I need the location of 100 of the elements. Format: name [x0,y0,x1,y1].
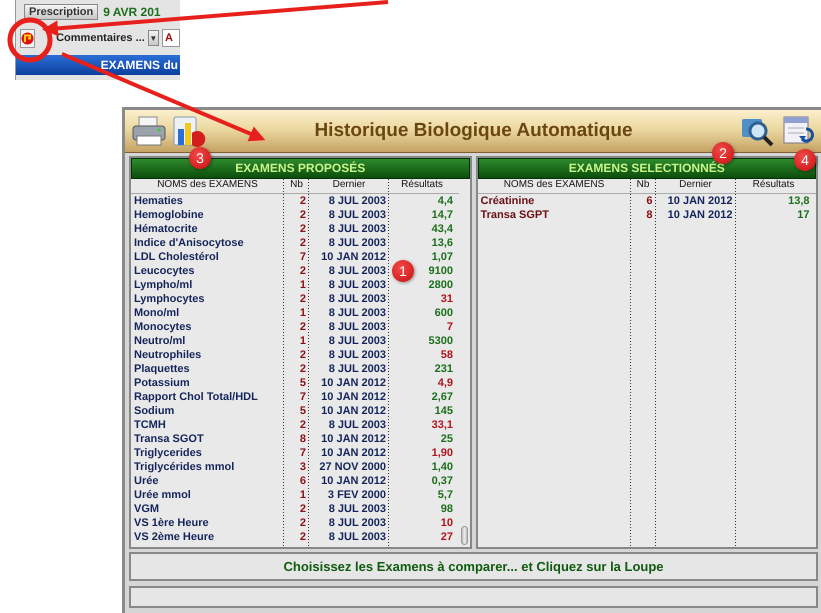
result-cell-text: 1,40 [430,460,454,474]
exam-name[interactable]: Hématocrite [131,222,284,236]
result-cell-text: 13,6 [430,236,454,250]
date-cell-text: 8 JUL 2003 [328,222,387,236]
result-cell-text: 58 [440,348,454,362]
result-cell-text: 13,8 [787,194,810,208]
date-cell-text: 8 JUL 2003 [328,362,387,376]
date-cell-text: 8 JUL 2003 [328,208,387,222]
prescription-button[interactable]: Prescription [24,4,98,20]
exam-name[interactable]: Lymphocytes [131,292,284,306]
date-cell-text: 8 JUL 2003 [328,348,387,362]
exam-name[interactable]: Neutrophiles [131,348,284,362]
date-cell-text: 8 JUL 2003 [328,194,387,208]
date-cell-text: 8 JUL 2003 [328,502,387,516]
column-header: Dernier [332,179,366,192]
exam-name[interactable]: Transa SGOT [131,432,284,446]
date-cell-text: 10 JAN 2012 [666,208,734,222]
exam-name[interactable]: Monocytes [131,320,284,334]
instruction-text: Choisissez les Examens à comparer... et Cliquez sur la Loupe [129,552,818,581]
count-cell-text: 2 [298,264,307,278]
date-cell-text: 10 JAN 2012 [320,432,387,446]
count-cell-text: 2 [298,530,307,544]
exam-name[interactable]: Sodium [131,404,284,418]
date-cell-text: 10 JAN 2012 [320,250,387,264]
count-cell-text: 8 [298,432,307,446]
date-cell-text: 8 JUL 2003 [328,306,387,320]
result-cell-text: 33,1 [430,418,454,432]
date-cell-text: 8 JUL 2003 [328,264,387,278]
exam-name[interactable]: VGM [131,502,284,516]
count-cell-text: 2 [298,362,307,376]
date-cell-text: 10 JAN 2012 [320,390,387,404]
exam-name[interactable]: Transa SGPT [478,208,630,222]
exam-name[interactable]: Triglycerides [131,446,284,460]
exam-name[interactable]: Neutro/ml [131,334,284,348]
date-cell-text: 8 JUL 2003 [328,530,387,544]
result-cell-text: 27 [440,530,454,544]
highlight-circle [8,18,52,62]
count-cell-text: 2 [298,222,307,236]
exam-name[interactable]: Urée mmol [131,488,284,502]
column-header: NOMS des EXAMENS [502,179,606,192]
count-cell-text: 7 [298,250,307,264]
exam-name[interactable]: Hematies [131,194,284,208]
date-cell-text: 10 JAN 2012 [320,404,387,418]
result-cell-text: 5300 [428,334,454,348]
printer-icon[interactable] [131,114,167,148]
exam-name[interactable]: Indice d'Anisocytose [131,236,284,250]
count-cell-text: 2 [298,418,307,432]
count-cell-text: 6 [645,194,654,208]
date-cell-text: 3 FEV 2000 [326,488,387,502]
exam-name[interactable]: Potassium [131,376,284,390]
count-cell-text: 2 [298,236,307,250]
result-cell-text: 10 [440,516,454,530]
count-cell-text: 2 [298,292,307,306]
count-cell-text: 2 [298,348,307,362]
count-cell-text: 1 [298,306,307,320]
count-cell-text: 8 [645,208,654,222]
date-cell-text: 10 JAN 2012 [320,446,387,460]
count-cell-text: 1 [298,488,307,502]
result-cell-text: 25 [440,432,454,446]
column-header: Nb [636,179,650,192]
history-button[interactable] [20,28,36,48]
count-cell-text: 2 [298,516,307,530]
column-header: Dernier [678,179,713,192]
result-cell-text: 17 [796,208,810,222]
exam-name[interactable]: LDL Cholestérol [131,250,284,264]
exam-name[interactable]: Mono/ml [131,306,284,320]
exam-name[interactable]: TCMH [131,418,284,432]
text-field[interactable]: A [162,29,180,47]
count-cell-text: 3 [298,460,307,474]
exam-name[interactable]: Triglycérides mmol [131,460,284,474]
result-cell-text: 14,7 [430,208,454,222]
exam-name[interactable]: Leucocytes [131,264,284,278]
result-cell-text: 5,7 [436,488,454,502]
count-cell-text: 7 [298,446,307,460]
exam-name[interactable]: Hemoglobine [131,208,284,222]
column-header: NOMS des EXAMENS [156,179,259,192]
count-cell-text: 6 [298,474,307,488]
exam-name[interactable]: Plaquettes [131,362,284,376]
result-cell-text: 2,67 [430,390,454,404]
result-cell-text: 1,90 [430,446,454,460]
comments-label: Commentaires ... [56,32,145,44]
date-cell-text: 8 JUL 2003 [328,278,387,292]
exam-name[interactable]: Rapport Chol Total/HDL [131,390,284,404]
exam-name[interactable]: Créatinine [478,194,630,208]
result-cell-text: 231 [434,362,454,376]
date-cell-text: 10 JAN 2012 [320,474,387,488]
window-title: Historique Biologique Automatique [313,120,634,142]
exam-name[interactable]: Urée [131,474,284,488]
result-cell-text: 4,4 [436,194,454,208]
history-icon [21,32,34,44]
column-header: Nb [289,179,304,192]
count-cell-text: 2 [298,502,307,516]
dropdown-button[interactable]: ▼ [148,30,159,46]
exam-name[interactable]: Lympho/ml [131,278,284,292]
result-cell-text: 600 [434,306,454,320]
date-cell-text: 8 JUL 2003 [328,516,387,530]
result-cell-text: 31 [440,292,454,306]
exam-name[interactable]: VS 2ème Heure [131,530,284,544]
exam-name[interactable]: VS 1ère Heure [131,516,284,530]
column-header: Résultats [400,179,444,192]
